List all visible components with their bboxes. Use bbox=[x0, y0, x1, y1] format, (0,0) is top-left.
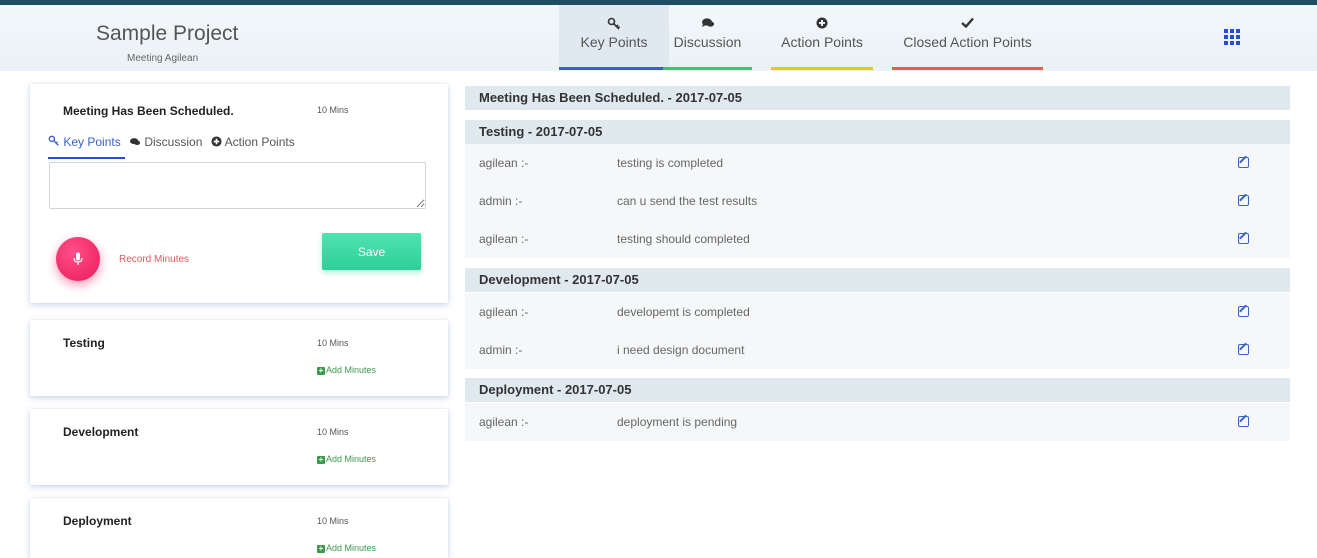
record-mic-button[interactable] bbox=[56, 237, 100, 281]
minute-row: agilean :- testing is completed bbox=[465, 144, 1290, 182]
project-title: Sample Project bbox=[96, 22, 239, 45]
add-minutes-button[interactable]: + Add Minutes bbox=[317, 454, 376, 464]
subtab-discussion[interactable]: Discussion bbox=[129, 135, 202, 159]
tab-underline bbox=[771, 67, 873, 70]
entry-text: i need design document bbox=[617, 343, 745, 357]
agenda-title: Deployment bbox=[63, 514, 132, 528]
tab-label: Closed Action Points bbox=[903, 34, 1032, 50]
add-minutes-label: Add Minutes bbox=[326, 365, 377, 375]
add-minutes-label: Add Minutes bbox=[326, 543, 377, 553]
entry-user: admin :- bbox=[479, 194, 523, 208]
tab-action-points[interactable]: Action Points bbox=[771, 5, 873, 70]
plus-circle-icon bbox=[771, 17, 873, 31]
tab-label: Action Points bbox=[781, 34, 863, 50]
tab-underline bbox=[663, 67, 752, 70]
tab-label: Discussion bbox=[673, 34, 742, 50]
entry-user: agilean :- bbox=[479, 156, 529, 170]
minute-row: agilean :- developemt is completed bbox=[465, 293, 1290, 331]
agenda-card-active: Meeting Has Been Scheduled. 10 Mins Key … bbox=[30, 84, 448, 303]
minute-row: admin :- can u send the test results bbox=[465, 182, 1290, 220]
agenda-title: Meeting Has Been Scheduled. bbox=[63, 104, 234, 118]
add-minutes-button[interactable]: + Add Minutes bbox=[317, 365, 376, 375]
add-minutes-button[interactable]: + Add Minutes bbox=[317, 543, 376, 553]
agenda-card: Development 10 Mins + Add Minutes bbox=[30, 409, 448, 485]
grid-icon[interactable] bbox=[1224, 29, 1242, 45]
section-header: Testing - 2017-07-05 bbox=[465, 120, 1290, 144]
tab-underline bbox=[559, 67, 669, 70]
entry-text: deployment is pending bbox=[617, 415, 738, 429]
plus-square-icon: + bbox=[317, 455, 325, 464]
check-icon bbox=[892, 17, 1043, 31]
entry-user: admin :- bbox=[479, 343, 523, 357]
section-header: Deployment - 2017-07-05 bbox=[465, 378, 1290, 402]
tab-underline bbox=[892, 67, 1043, 70]
edit-icon[interactable] bbox=[1238, 195, 1249, 206]
tab-label: Key Points bbox=[580, 34, 648, 50]
entry-text: developemt is completed bbox=[617, 305, 750, 319]
entry-text: testing is completed bbox=[617, 156, 724, 170]
edit-icon[interactable] bbox=[1238, 306, 1249, 317]
agenda-duration: 10 Mins bbox=[317, 338, 349, 348]
edit-icon[interactable] bbox=[1238, 416, 1249, 427]
tab-key-points[interactable]: Key Points bbox=[559, 5, 669, 70]
tab-discussion[interactable]: Discussion bbox=[663, 5, 752, 70]
comments-icon bbox=[130, 138, 141, 145]
subtab-label: Action Points bbox=[224, 135, 295, 149]
subtab-label: Discussion bbox=[144, 135, 203, 149]
agenda-card: Deployment 10 Mins + Add Minutes bbox=[30, 498, 448, 558]
minutes-textarea[interactable] bbox=[49, 162, 426, 209]
tab-closed-action-points[interactable]: Closed Action Points bbox=[892, 5, 1043, 70]
agenda-card: Testing 10 Mins + Add Minutes bbox=[30, 320, 448, 396]
add-minutes-label: Add Minutes bbox=[326, 454, 377, 464]
edit-icon[interactable] bbox=[1238, 157, 1249, 168]
minute-row: agilean :- testing should completed bbox=[465, 220, 1290, 258]
subtab-key-points[interactable]: Key Points bbox=[48, 135, 125, 159]
subtab-action-points[interactable]: Action Points bbox=[211, 135, 295, 159]
record-minutes-link[interactable]: Record Minutes bbox=[119, 254, 189, 265]
key-icon bbox=[559, 17, 669, 31]
card-subtabs: Key Points Discussion Action Points bbox=[48, 135, 428, 159]
entry-user: agilean :- bbox=[479, 415, 529, 429]
plus-square-icon: + bbox=[317, 544, 325, 553]
edit-icon[interactable] bbox=[1238, 233, 1249, 244]
save-button[interactable]: Save bbox=[322, 233, 421, 270]
entry-user: agilean :- bbox=[479, 305, 529, 319]
edit-icon[interactable] bbox=[1238, 344, 1249, 355]
plus-square-icon: + bbox=[317, 366, 325, 375]
section-header: Meeting Has Been Scheduled. - 2017-07-05 bbox=[465, 86, 1290, 110]
entry-text: testing should completed bbox=[617, 232, 750, 246]
entry-text: can u send the test results bbox=[617, 194, 758, 208]
agenda-duration: 10 Mins bbox=[317, 427, 349, 437]
agenda-duration: 10 Mins bbox=[317, 516, 349, 526]
agenda-title: Development bbox=[63, 425, 139, 439]
minute-row: agilean :- deployment is pending bbox=[465, 403, 1290, 441]
agenda-title: Testing bbox=[63, 336, 105, 350]
agenda-duration: 10 Mins bbox=[317, 105, 349, 115]
minute-row: admin :- i need design document bbox=[465, 331, 1290, 369]
plus-circle-icon bbox=[211, 136, 222, 147]
microphone-icon bbox=[73, 252, 83, 265]
subtab-label: Key Points bbox=[63, 135, 121, 149]
entry-user: agilean :- bbox=[479, 232, 529, 246]
comments-icon bbox=[663, 17, 752, 31]
key-icon bbox=[48, 135, 59, 146]
project-subtitle: Meeting Agilean bbox=[127, 53, 199, 64]
section-header: Development - 2017-07-05 bbox=[465, 268, 1290, 292]
